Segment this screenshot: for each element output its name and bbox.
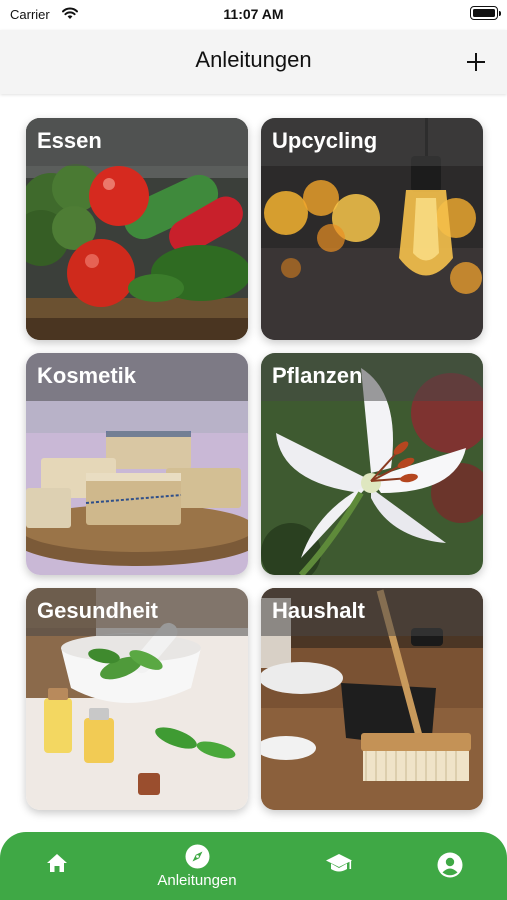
category-tile-pflanzen[interactable]: Pflanzen — [261, 353, 483, 575]
tile-label: Kosmetik — [26, 353, 248, 401]
tile-label: Pflanzen — [261, 353, 483, 401]
tab-profile[interactable] — [397, 832, 507, 900]
tab-home[interactable] — [0, 832, 114, 900]
add-button[interactable] — [456, 42, 496, 82]
page-title: Anleitungen — [195, 47, 312, 72]
category-tile-essen[interactable]: Essen — [26, 118, 248, 340]
tab-bar: Anleitungen — [0, 832, 507, 900]
tile-label: Gesundheit — [26, 588, 248, 636]
graduation-cap-icon — [326, 854, 352, 872]
compass-icon — [185, 844, 210, 869]
home-icon — [47, 854, 67, 872]
tile-label: Haushalt — [261, 588, 483, 636]
battery-icon — [470, 6, 501, 20]
clock: 11:07 AM — [223, 6, 284, 22]
category-tile-gesundheit[interactable]: Gesundheit — [26, 588, 248, 810]
category-tile-upcycling[interactable]: Upcycling — [261, 118, 483, 340]
navigation-header: Anleitungen — [0, 30, 507, 94]
tab-label: Anleitungen — [157, 872, 237, 889]
tab-learn[interactable] — [283, 832, 393, 900]
tile-label: Essen — [26, 118, 248, 166]
tab-anleitungen[interactable]: Anleitungen — [142, 832, 252, 900]
profile-icon — [437, 852, 463, 878]
status-bar: Carrier 11:07 AM — [0, 0, 507, 30]
category-tile-haushalt[interactable]: Haushalt — [261, 588, 483, 810]
category-tile-kosmetik[interactable]: Kosmetik — [26, 353, 248, 575]
tile-label: Upcycling — [261, 118, 483, 166]
